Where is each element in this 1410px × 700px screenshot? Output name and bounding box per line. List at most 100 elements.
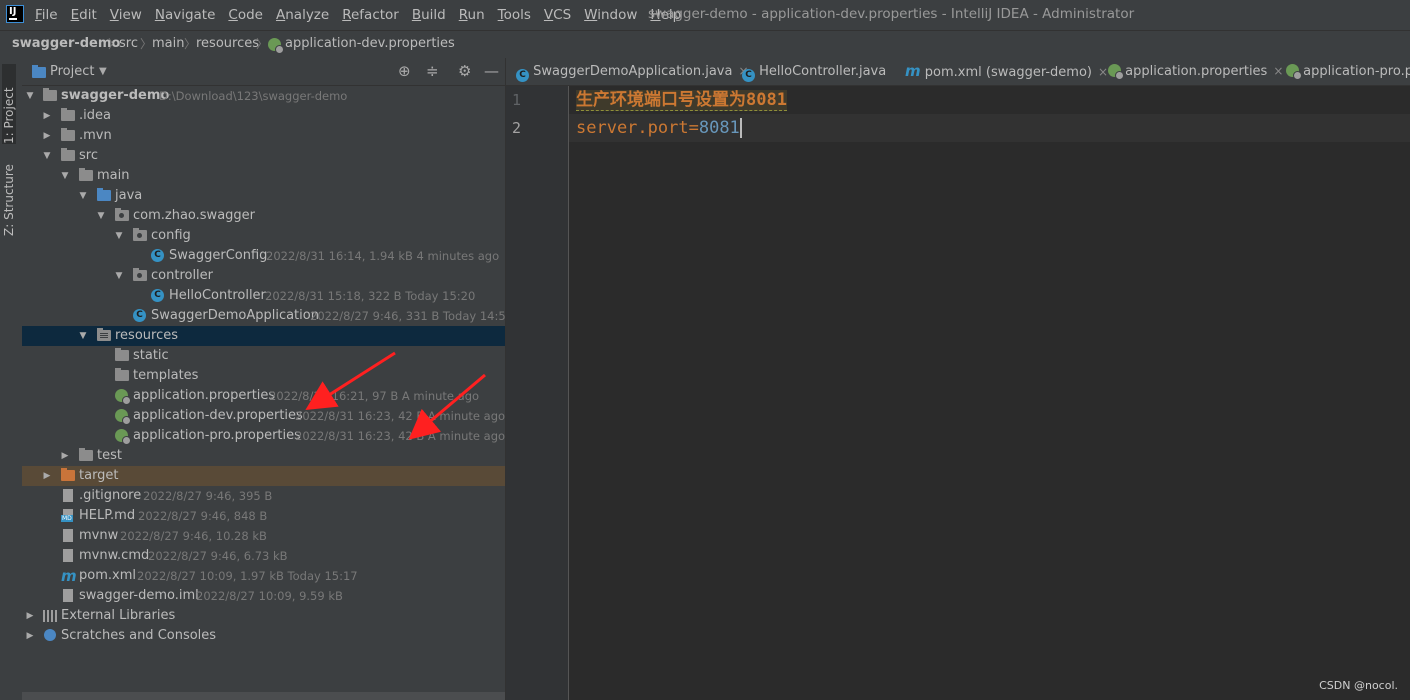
menu-edit[interactable]: Edit <box>71 0 97 30</box>
tab-application-properties[interactable]: application.properties × <box>1108 58 1283 85</box>
tree-node-label: com.zhao.swagger <box>133 208 256 223</box>
tree-node-mvn[interactable]: ▶ .mvn <box>22 126 505 146</box>
libraries-icon <box>43 610 57 622</box>
menu-refactor[interactable]: Refactor <box>342 0 399 30</box>
collapsed-arrow-icon[interactable]: ▶ <box>24 626 36 646</box>
tab-application-pro-properties[interactable]: application-pro.pro <box>1286 58 1410 85</box>
close-icon[interactable]: × <box>1273 64 1283 78</box>
collapsed-arrow-icon[interactable]: ▶ <box>24 606 36 626</box>
tree-node-mvnw-cmd[interactable]: mvnw.cmd 2022/8/27 9:46, 6.73 kB <box>22 546 505 566</box>
breadcrumb-src[interactable]: src <box>119 31 138 57</box>
menu-run[interactable]: Run <box>459 0 485 30</box>
collapsed-arrow-icon[interactable]: ▶ <box>41 466 53 486</box>
menu-code[interactable]: Code <box>228 0 263 30</box>
window-title: swagger-demo - application-dev.propertie… <box>648 6 1135 22</box>
tree-node-test[interactable]: ▶ test <box>22 446 505 466</box>
tree-node-pom-xml[interactable]: m pom.xml 2022/8/27 10:09, 1.97 kB Today… <box>22 566 505 586</box>
folder-icon <box>61 128 75 141</box>
tree-node-package-root[interactable]: ▼ com.zhao.swagger <box>22 206 505 226</box>
breadcrumb-resources[interactable]: resources <box>196 31 259 57</box>
collapsed-arrow-icon[interactable]: ▶ <box>59 446 71 466</box>
collapsed-arrow-icon[interactable]: ▶ <box>41 106 53 126</box>
intellij-logo-icon[interactable]: IJ <box>6 5 24 23</box>
breadcrumb-separator-icon: 〉 <box>256 37 269 51</box>
title-bar: IJ File Edit View Navigate Code Analyze … <box>0 0 1410 30</box>
tree-node-application-pro-properties[interactable]: application-pro.properties 2022/8/31 16:… <box>22 426 505 446</box>
expanded-arrow-icon[interactable]: ▼ <box>77 186 89 206</box>
logo-text: IJ <box>9 6 17 17</box>
locate-target-icon[interactable]: ⊕ <box>398 62 411 80</box>
collapse-all-icon[interactable]: ≑ <box>426 62 439 80</box>
collapsed-arrow-icon[interactable]: ▶ <box>41 126 53 146</box>
tree-node-meta: 2022/8/31 16:14, 1.94 kB 4 minutes ago <box>266 249 500 263</box>
close-icon[interactable]: × <box>1098 65 1108 79</box>
menu-navigate[interactable]: Navigate <box>155 0 216 30</box>
hide-panel-icon[interactable]: — <box>484 62 499 80</box>
horizontal-scrollbar[interactable] <box>22 692 505 700</box>
tree-node-templates[interactable]: templates <box>22 366 505 386</box>
menu-file[interactable]: File <box>35 0 58 30</box>
markdown-icon <box>61 509 73 522</box>
tree-node-swagger-demo[interactable]: ▼ swagger-demo D:\Download\123\swagger-d… <box>22 86 505 106</box>
tree-node-gitignore[interactable]: .gitignore 2022/8/27 9:46, 395 B <box>22 486 505 506</box>
resources-folder-icon <box>97 328 111 341</box>
menu-analyze[interactable]: Analyze <box>276 0 329 30</box>
expanded-arrow-icon[interactable]: ▼ <box>113 226 125 246</box>
tree-node-label: application.properties <box>133 388 276 403</box>
tree-node-external-libraries[interactable]: ▶ External Libraries <box>22 606 505 626</box>
expanded-arrow-icon[interactable]: ▼ <box>113 266 125 286</box>
tree-node-swaggerdemoapplication[interactable]: C SwaggerDemoApplication 2022/8/27 9:46,… <box>22 306 513 326</box>
tree-node-config[interactable]: ▼ config <box>22 226 505 246</box>
tree-node-help-md[interactable]: HELP.md 2022/8/27 9:46, 848 B <box>22 506 505 526</box>
line-number: 2 <box>512 119 522 137</box>
tab-swaggerdemoapplication[interactable]: C SwaggerDemoApplication.java× <box>516 58 749 85</box>
tree-node-hellocontroller[interactable]: C HelloController 2022/8/31 15:18, 322 B… <box>22 286 505 306</box>
tree-node-src[interactable]: ▼ src <box>22 146 505 166</box>
project-tool-tab[interactable]: 1: Project <box>2 64 16 144</box>
folder-icon <box>61 148 75 161</box>
tree-node-target[interactable]: ▶ target <box>22 466 505 486</box>
tree-node-java[interactable]: ▼ java <box>22 186 505 206</box>
menu-build[interactable]: Build <box>412 0 446 30</box>
tree-node-idea[interactable]: ▶ .idea <box>22 106 505 126</box>
breadcrumb-main[interactable]: main <box>152 31 184 57</box>
expanded-arrow-icon[interactable]: ▼ <box>41 146 53 166</box>
spring-properties-icon <box>115 409 131 425</box>
expanded-arrow-icon[interactable]: ▼ <box>77 326 89 346</box>
menu-vcs[interactable]: VCS <box>544 0 571 30</box>
menu-tools[interactable]: Tools <box>498 0 531 30</box>
tree-node-main[interactable]: ▼ main <box>22 166 505 186</box>
tree-node-mvnw[interactable]: mvnw 2022/8/27 9:46, 10.28 kB <box>22 526 505 546</box>
breadcrumb-project[interactable]: swagger-demo <box>12 31 120 57</box>
file-icon <box>63 589 73 602</box>
project-view-selector[interactable]: Project <box>50 58 94 85</box>
tree-node-label: target <box>79 468 119 483</box>
tree-node-swagger-demo-iml[interactable]: swagger-demo.iml 2022/8/27 10:09, 9.59 k… <box>22 586 505 606</box>
expanded-arrow-icon[interactable]: ▼ <box>24 86 36 106</box>
code-editor[interactable]: 1 2 生产环境端口号设置为8081 server.port=8081 CSDN… <box>506 86 1410 700</box>
tree-node-application-properties[interactable]: application.properties 2022/8/31 16:21, … <box>22 386 505 406</box>
expanded-arrow-icon[interactable]: ▼ <box>59 166 71 186</box>
code-line-1[interactable]: 生产环境端口号设置为8081 <box>576 86 787 114</box>
code-line-2[interactable]: server.port=8081 <box>576 114 742 142</box>
expanded-arrow-icon[interactable]: ▼ <box>95 206 107 226</box>
tab-label: HelloController.java <box>759 64 887 79</box>
tab-pom-xml[interactable]: m pom.xml (swagger-demo) × <box>905 58 1108 85</box>
tree-node-scratches[interactable]: ▶ Scratches and Consoles <box>22 626 505 646</box>
menu-window[interactable]: Window <box>584 0 637 30</box>
project-view-icon <box>32 65 46 78</box>
gear-icon[interactable]: ⚙ <box>458 62 471 80</box>
structure-tool-tab[interactable]: Z: Structure <box>2 156 16 236</box>
tree-node-swaggerconfig[interactable]: C SwaggerConfig 2022/8/31 16:14, 1.94 kB… <box>22 246 505 266</box>
chevron-down-icon[interactable]: ▼ <box>99 66 107 77</box>
tree-node-application-dev-properties[interactable]: application-dev.properties 2022/8/31 16:… <box>22 406 505 426</box>
tree-node-resources[interactable]: ▼ resources <box>22 326 505 346</box>
breadcrumb: swagger-demo 〉 src 〉 main 〉 resources 〉 … <box>0 30 1410 59</box>
tree-node-static[interactable]: static <box>22 346 505 366</box>
menu-view[interactable]: View <box>110 0 142 30</box>
breadcrumb-file[interactable]: application-dev.properties <box>285 31 455 57</box>
tree-node-controller[interactable]: ▼ controller <box>22 266 505 286</box>
tab-hellocontroller[interactable]: C HelloController.java <box>742 58 886 85</box>
tree-node-label: templates <box>133 368 199 383</box>
tree-node-meta: 2022/8/31 16:23, 42 B A minute ago <box>295 429 506 443</box>
